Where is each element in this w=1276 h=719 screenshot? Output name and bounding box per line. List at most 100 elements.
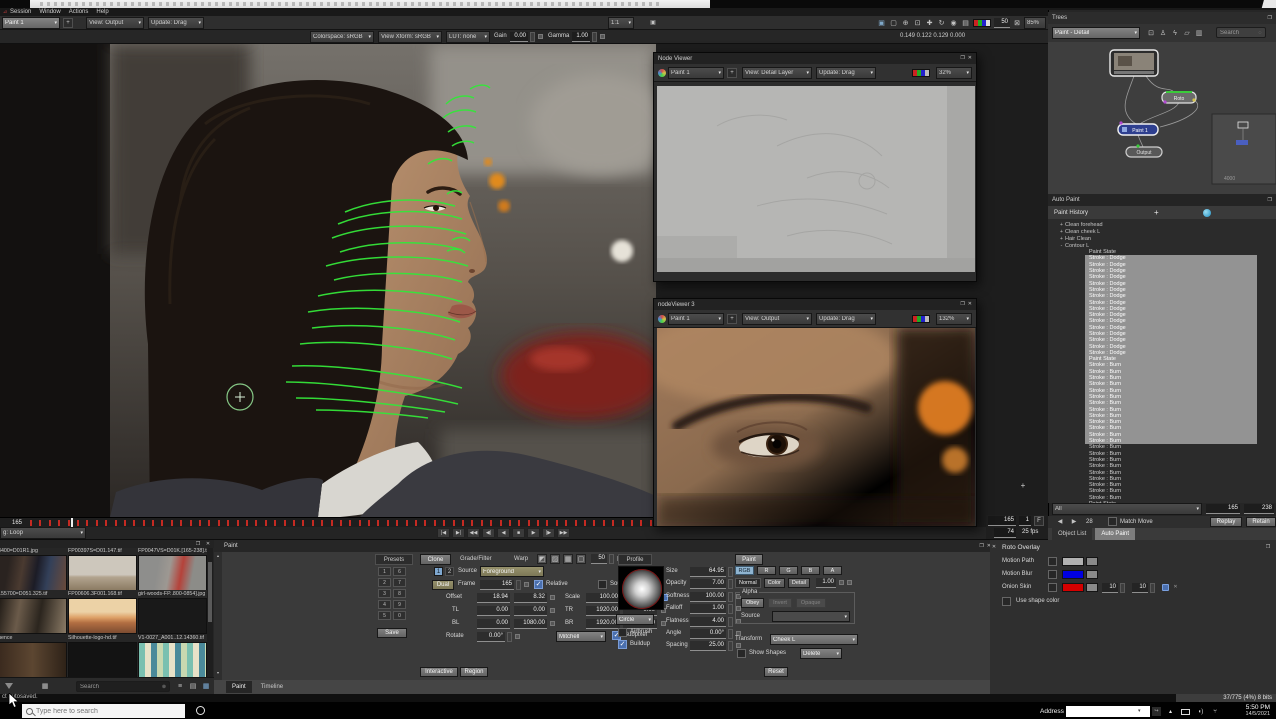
- clear-icon[interactable]: ✕: [1172, 584, 1179, 591]
- preset-slot-9[interactable]: 9: [393, 600, 406, 609]
- tab-clone[interactable]: Clone: [420, 554, 451, 565]
- render-icon[interactable]: ϟ: [1170, 28, 1180, 38]
- preset-slot-1[interactable]: 1: [378, 567, 391, 576]
- reset-button[interactable]: [736, 643, 741, 648]
- stepper-icon[interactable]: [1150, 583, 1155, 593]
- source-match-move-checkbox[interactable]: [598, 580, 607, 589]
- replay-state-icon[interactable]: [1203, 209, 1211, 217]
- spacing-field[interactable]: 25.00: [690, 641, 726, 651]
- offset-y-field[interactable]: 8.32: [514, 593, 547, 603]
- frame-f-button[interactable]: F: [1034, 516, 1044, 526]
- preset-slot-3[interactable]: 3: [378, 589, 391, 598]
- clone-tool-icon[interactable]: ▨: [550, 554, 560, 564]
- preset-slot-5[interactable]: 5: [378, 611, 391, 620]
- menu-window[interactable]: Window: [39, 9, 60, 15]
- trees-panel-header[interactable]: Trees ❐: [1048, 12, 1276, 24]
- channel-a-button[interactable]: A: [823, 566, 842, 575]
- show-shapes-checkbox[interactable]: [737, 649, 746, 658]
- tree-toggle-icon[interactable]: +: [1058, 222, 1065, 228]
- scale-x-field[interactable]: 100.00: [586, 593, 620, 603]
- next-key-icon[interactable]: ▶: [1070, 518, 1078, 526]
- overlay-icon[interactable]: ▢: [888, 18, 899, 28]
- usb-icon[interactable]: ⑂: [1210, 707, 1220, 716]
- float-panel-icon[interactable]: ❐: [979, 544, 983, 549]
- tab-timeline[interactable]: Timeline: [255, 681, 289, 693]
- cortana-icon[interactable]: [196, 706, 205, 715]
- brush-profile-preview[interactable]: [618, 566, 664, 610]
- sources-search-input[interactable]: [76, 681, 170, 692]
- paint-panel-header[interactable]: Paint ❐ ✕: [214, 540, 995, 552]
- node-paint[interactable]: Paint 1: [1118, 121, 1158, 135]
- source-item[interactable]: 155700=D051.325.tif920x1080 @ 8B: [0, 591, 67, 633]
- gain-field[interactable]: 0.00: [510, 32, 528, 42]
- timeline[interactable]: 165: [0, 517, 656, 527]
- transport-button-3[interactable]: ◀|: [482, 528, 495, 538]
- folder-icon[interactable]: ▱: [1182, 28, 1192, 38]
- onion-after-field[interactable]: 10: [1132, 583, 1148, 593]
- transport-button-5[interactable]: ■: [512, 528, 525, 538]
- taskbar-search[interactable]: [22, 704, 185, 718]
- tr-x-field[interactable]: 1920.00: [586, 606, 620, 616]
- source-item[interactable]: FP0047VS=D01K.[165-238].tif74 - 1920x108…: [138, 548, 207, 590]
- alpha-opaque-button[interactable]: Opaque: [796, 598, 826, 608]
- delete-select[interactable]: Delete▾: [800, 648, 842, 659]
- match-move-checkbox[interactable]: [1108, 517, 1117, 526]
- volume-icon[interactable]: ◖): [1195, 707, 1206, 716]
- bl-y-field[interactable]: 1080.00: [514, 619, 547, 629]
- source-item[interactable]: girl-woods-FP..800-0854].jpg55 - 1920x10…: [138, 591, 207, 633]
- zoom-select[interactable]: 132%▾: [936, 313, 972, 325]
- reset-button[interactable]: [550, 621, 555, 626]
- hand-tool-icon[interactable]: ◉: [948, 18, 959, 28]
- transport-button-6[interactable]: ▶: [527, 528, 540, 538]
- paint-history-list[interactable]: +Clean forehead+Clean cheek L+Hair Clean…: [1048, 219, 1276, 503]
- square-tool-icon[interactable]: ▢: [576, 554, 586, 564]
- reset-button[interactable]: [847, 580, 852, 585]
- motion-path-checkbox[interactable]: [1048, 557, 1057, 566]
- flatness-field[interactable]: 4.00: [690, 617, 726, 627]
- mode-normal-button[interactable]: Normal: [735, 578, 761, 588]
- motion-blur-checkbox[interactable]: [1048, 570, 1057, 579]
- use-shape-color-checkbox[interactable]: [1002, 597, 1011, 606]
- fit-view-icon[interactable]: ⊠: [1012, 18, 1022, 28]
- transport-button-0[interactable]: |◀: [437, 528, 450, 538]
- detail-view-icon[interactable]: ▤: [188, 682, 198, 691]
- clone-source-1-button[interactable]: 1: [434, 567, 443, 576]
- menu-session[interactable]: Session: [10, 9, 31, 15]
- source-item[interactable]: V1-0027_A001..12.14360.tif: [138, 635, 207, 677]
- transport-button-8[interactable]: ▶▶: [557, 528, 570, 538]
- mode-color-button[interactable]: Color: [764, 578, 785, 588]
- stepper-icon[interactable]: [728, 604, 733, 614]
- tree-toggle-icon[interactable]: +: [1058, 236, 1065, 242]
- node-viewer-panel[interactable]: Node Viewer ❐ ✕ Paint 1▾ + View: Detail …: [653, 52, 977, 282]
- range-in-field[interactable]: 165: [1206, 504, 1240, 514]
- range-out-field[interactable]: 238: [1244, 504, 1274, 514]
- stepper-icon[interactable]: [728, 592, 733, 602]
- pan-zoom-icon[interactable]: ✚: [924, 18, 935, 28]
- node-graph[interactable]: Roto Paint 1 Output 4000: [1048, 42, 1276, 194]
- auto-paint-header[interactable]: Auto Paint ❐: [1048, 194, 1276, 206]
- stepper-icon[interactable]: [1120, 583, 1125, 593]
- channel-b-button[interactable]: B: [801, 566, 820, 575]
- pixel-ratio-select[interactable]: 1:1▾: [608, 17, 634, 29]
- offset-x-field[interactable]: 18.94: [477, 593, 510, 603]
- lock-icon[interactable]: [1162, 584, 1169, 591]
- node-source-media[interactable]: [1110, 50, 1158, 76]
- snapshot-icon[interactable]: ▣: [648, 19, 658, 27]
- user-node-icon[interactable]: ♙: [1158, 28, 1168, 38]
- lut-select[interactable]: LUT: none▾: [446, 31, 490, 43]
- tab-auto-paint[interactable]: Auto Paint: [1095, 528, 1135, 540]
- stepper-icon[interactable]: [530, 32, 535, 42]
- transport-button-2[interactable]: ◀◀: [467, 528, 480, 538]
- retain-button[interactable]: Retain: [1246, 517, 1276, 527]
- motion-path-color-swatch[interactable]: [1062, 557, 1084, 566]
- clone-source-2-button[interactable]: 2: [445, 567, 454, 576]
- add-viewer-button[interactable]: +: [727, 68, 737, 78]
- reset-button[interactable]: [538, 34, 543, 39]
- step-field[interactable]: 1: [1019, 516, 1031, 526]
- menu-actions[interactable]: Actions: [69, 9, 89, 15]
- history-group[interactable]: -Contour L: [1058, 242, 1276, 249]
- rotate-field[interactable]: 0.00°: [477, 632, 505, 642]
- channel-swatch-icon[interactable]: [973, 19, 991, 27]
- close-icon[interactable]: ✕: [968, 56, 972, 61]
- stepper-icon[interactable]: [728, 641, 733, 651]
